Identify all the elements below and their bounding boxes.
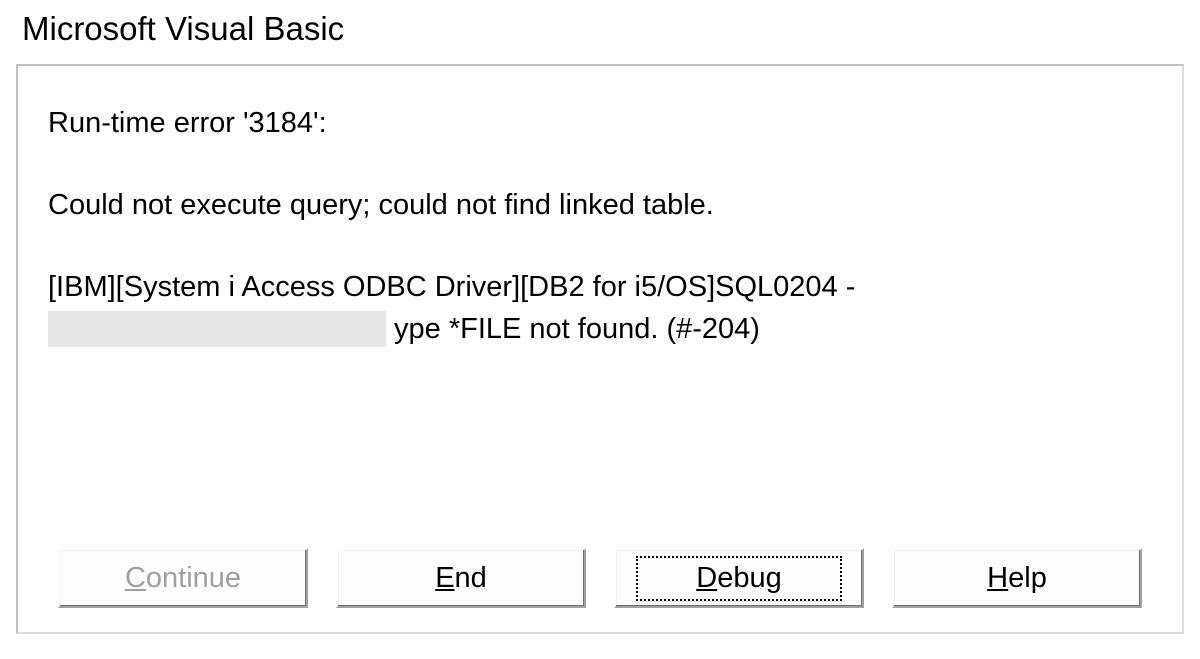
help-rest: elp <box>1008 562 1047 594</box>
end-button[interactable]: End <box>336 548 586 608</box>
end-rest: nd <box>455 562 487 594</box>
continue-rest: ontinue <box>146 562 241 594</box>
window-title: Microsoft Visual Basic <box>0 0 1200 54</box>
debug-accel: D <box>696 562 717 594</box>
debug-button[interactable]: Debug <box>614 548 864 608</box>
error-message: Run-time error '3184': Could not execute… <box>48 102 1152 528</box>
error-headline: Run-time error '3184': <box>48 102 1152 144</box>
error-detail-line2: ype *FILE not found. (#-204) <box>48 308 1152 350</box>
error-detail-line1: [IBM][System i Access ODBC Driver][DB2 f… <box>48 266 1152 308</box>
button-row: Continue End Debug Help <box>48 548 1152 608</box>
content-panel: Run-time error '3184': Could not execute… <box>16 64 1184 634</box>
help-button[interactable]: Help <box>892 548 1142 608</box>
continue-accel: C <box>125 562 146 594</box>
end-accel: E <box>435 562 454 594</box>
error-description: Could not execute query; could not find … <box>48 184 1152 226</box>
help-accel: H <box>987 562 1008 594</box>
debug-rest: ebug <box>717 562 782 594</box>
error-detail-line2-text: ype *FILE not found. (#-204) <box>394 308 760 350</box>
redacted-block <box>48 311 386 347</box>
dialog-window: Microsoft Visual Basic Run-time error '3… <box>0 0 1200 659</box>
continue-button: Continue <box>58 548 308 608</box>
